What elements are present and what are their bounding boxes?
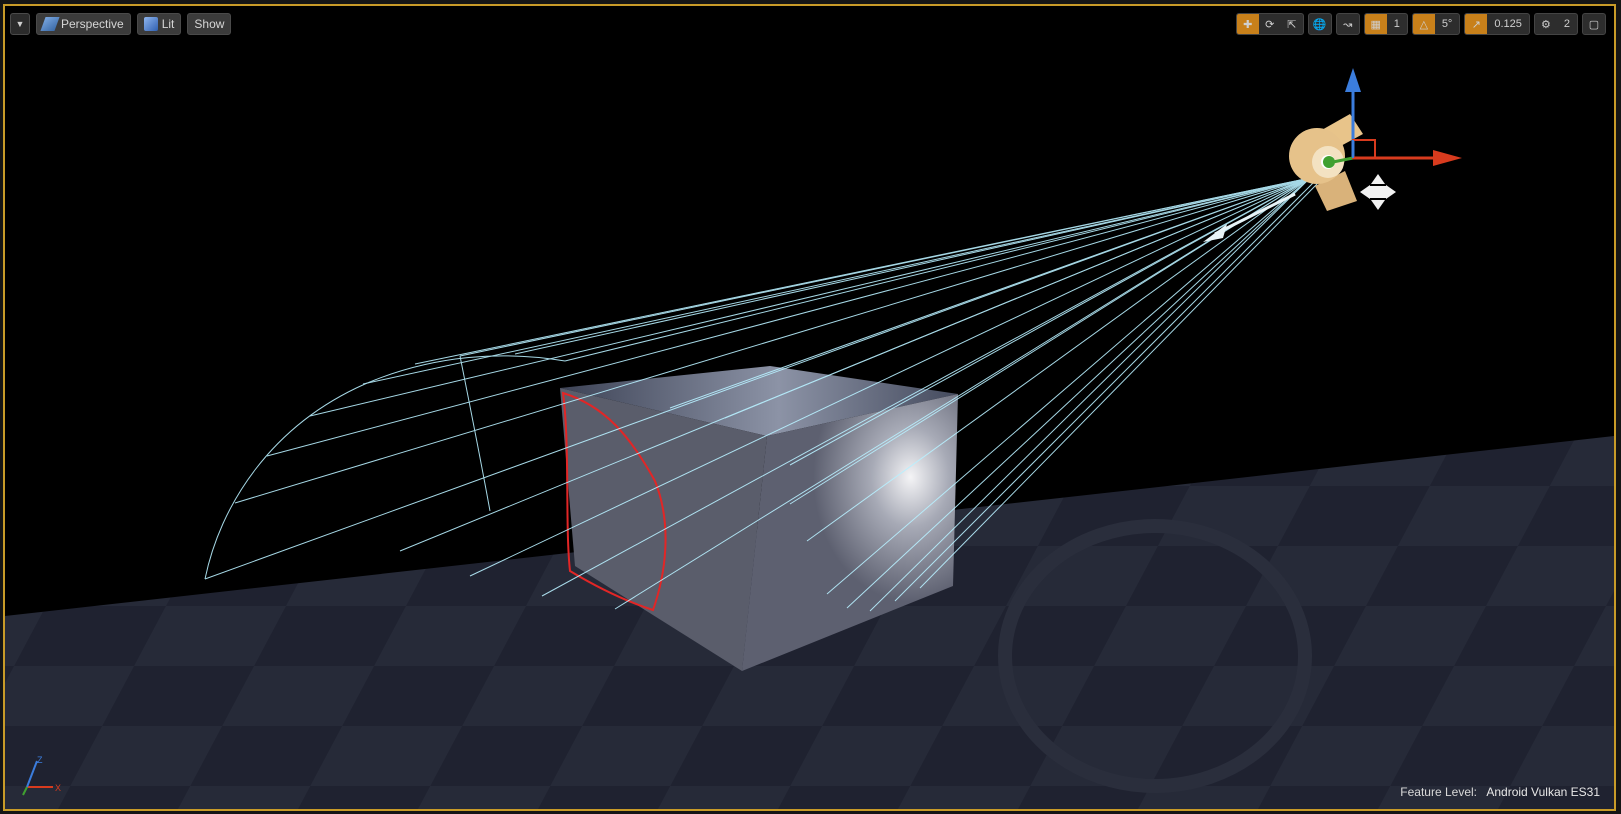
perspective-label: Perspective xyxy=(61,17,124,31)
perspective-icon xyxy=(40,17,60,31)
grid-icon: ▦ xyxy=(1370,18,1381,31)
move-cross-icon xyxy=(1360,174,1396,210)
lit-cube-icon xyxy=(143,17,158,31)
maximize-viewport-button[interactable]: ▢ xyxy=(1583,14,1605,34)
camera-speed-dropdown[interactable]: 2 xyxy=(1557,14,1577,34)
perspective-button[interactable]: Perspective xyxy=(36,13,131,35)
scale-icon: ⇱ xyxy=(1287,18,1297,31)
camera-speed-icon: ⚙ xyxy=(1540,18,1551,31)
grid-snap-group: ▦ 1 xyxy=(1363,13,1408,35)
rotation-snap-group: △ 5° xyxy=(1411,13,1461,35)
maximize-group: ▢ xyxy=(1582,13,1606,35)
world-coordinate-button[interactable]: 🌐 xyxy=(1309,14,1331,34)
rotation-snap-dropdown[interactable]: 5° xyxy=(1435,14,1460,34)
move-icon: ✚ xyxy=(1243,18,1253,31)
camera-speed-group: ⚙ 2 xyxy=(1533,13,1578,35)
axis-x-label: X xyxy=(55,783,61,793)
grid-size-dropdown[interactable]: 1 xyxy=(1387,14,1407,34)
grid-snap-toggle[interactable]: ▦ xyxy=(1364,14,1387,34)
feature-level-status: Feature Level: Android Vulkan ES31 xyxy=(1400,785,1600,799)
feature-level-value: Android Vulkan ES31 xyxy=(1486,785,1600,799)
surface-snap-icon: ↝ xyxy=(1343,18,1353,31)
scale-snap-group: ↗ 0.125 xyxy=(1464,13,1530,35)
chevron-down-icon: ▼ xyxy=(15,19,25,29)
globe-icon: 🌐 xyxy=(1312,18,1327,31)
viewport[interactable]: ▼ Perspective Lit Show ✚ ⟳ ⇱ 🌐 ↝ ▦ 1 △ 5… xyxy=(3,4,1616,811)
angle-icon: △ xyxy=(1419,18,1429,31)
lit-label: Lit xyxy=(161,17,175,31)
camera-speed-button[interactable]: ⚙ xyxy=(1535,14,1557,34)
surface-snap-group: ↝ xyxy=(1335,13,1360,35)
axis-z-label: Z xyxy=(37,755,43,765)
lit-button[interactable]: Lit xyxy=(136,13,182,35)
rotation-snap-toggle[interactable]: △ xyxy=(1412,14,1435,34)
surface-snap-button[interactable]: ↝ xyxy=(1337,14,1359,34)
coordinate-system-group: 🌐 xyxy=(1307,13,1332,35)
show-button[interactable]: Show xyxy=(187,13,232,35)
scale-snap-toggle[interactable]: ↗ xyxy=(1465,14,1488,34)
rotate-icon: ⟳ xyxy=(1265,18,1275,31)
scale-snap-icon: ↗ xyxy=(1471,18,1481,31)
scale-mode-button[interactable]: ⇱ xyxy=(1281,14,1303,34)
maximize-icon: ▢ xyxy=(1588,18,1600,31)
transform-mode-group: ✚ ⟳ ⇱ xyxy=(1235,13,1304,35)
translate-mode-button[interactable]: ✚ xyxy=(1236,14,1259,34)
show-label: Show xyxy=(194,17,225,31)
axis-indicator: X Z xyxy=(22,755,61,796)
feature-level-label: Feature Level: xyxy=(1400,785,1478,799)
scale-snap-dropdown[interactable]: 0.125 xyxy=(1487,14,1529,34)
rotate-mode-button[interactable]: ⟳ xyxy=(1259,14,1281,34)
viewport-options-button[interactable]: ▼ xyxy=(10,13,30,35)
viewport-scene[interactable] xyxy=(5,6,1614,809)
